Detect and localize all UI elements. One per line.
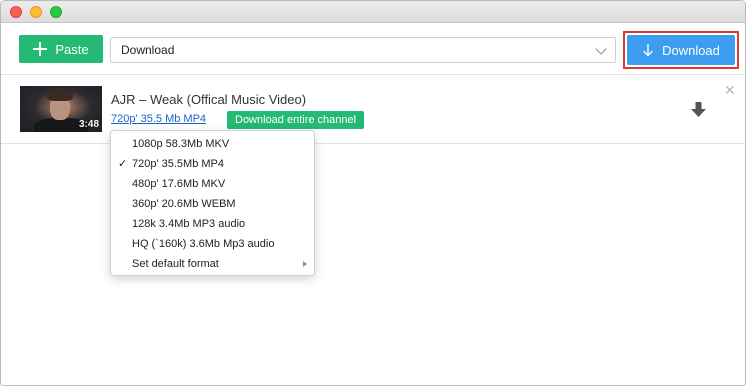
menu-item-label: 360p' 20.6Mb WEBM: [132, 198, 236, 210]
title-bar: [1, 1, 745, 23]
menu-item-label: Set default format: [132, 258, 219, 270]
submenu-arrow-icon: [303, 261, 307, 267]
format-selector-link[interactable]: 720p' 35.5 Mb MP4: [111, 113, 206, 125]
download-channel-button[interactable]: Download entire channel: [227, 111, 365, 129]
action-select-value: Download: [121, 43, 175, 57]
menu-item-hq-mp3[interactable]: HQ (`160k) 3.6Mb Mp3 audio: [111, 234, 314, 254]
window-close-button[interactable]: [10, 6, 22, 18]
paste-button-label: Paste: [55, 41, 89, 57]
video-thumbnail[interactable]: 3:48: [20, 86, 102, 132]
menu-item-label: 128k 3.4Mb MP3 audio: [132, 218, 246, 230]
menu-item-720p-mp4[interactable]: ✓ 720p' 35.5Mb MP4: [111, 154, 314, 174]
menu-item-1080p-mkv[interactable]: 1080p 58.3Mb MKV: [111, 134, 314, 154]
video-duration: 3:48: [78, 119, 99, 130]
close-icon[interactable]: ✕: [724, 82, 736, 99]
plus-icon: [33, 42, 48, 56]
window-minimize-button[interactable]: [30, 6, 42, 18]
menu-item-set-default-format[interactable]: Set default format: [111, 254, 314, 274]
menu-item-label: 1080p 58.3Mb MKV: [132, 138, 230, 150]
download-icon[interactable]: [691, 102, 706, 117]
download-button-label: Download: [662, 42, 720, 58]
menu-item-480p-mkv[interactable]: 480p' 17.6Mb MKV: [111, 174, 314, 194]
chevron-down-icon: [595, 43, 607, 55]
menu-item-360p-webm[interactable]: 360p' 20.6Mb WEBM: [111, 194, 314, 214]
toolbar: Paste Download Download: [1, 23, 745, 75]
paste-button[interactable]: Paste: [19, 35, 103, 63]
menu-item-label: 480p' 17.6Mb MKV: [132, 178, 226, 190]
video-title: AJR – Weak (Offical Music Video): [111, 92, 307, 107]
arrow-down-icon: [643, 44, 654, 57]
download-button[interactable]: Download: [627, 35, 735, 65]
checkmark-icon: ✓: [118, 158, 128, 170]
app-window: Paste Download Download 3:48 AJR – Weak …: [0, 0, 746, 386]
action-select[interactable]: Download: [110, 37, 616, 63]
menu-item-label: 720p' 35.5Mb MP4: [132, 158, 224, 170]
menu-item-label: HQ (`160k) 3.6Mb Mp3 audio: [132, 238, 275, 250]
format-dropdown-menu: 1080p 58.3Mb MKV ✓ 720p' 35.5Mb MP4 480p…: [110, 130, 315, 276]
window-maximize-button[interactable]: [50, 6, 62, 18]
menu-item-128k-mp3[interactable]: 128k 3.4Mb MP3 audio: [111, 214, 314, 234]
